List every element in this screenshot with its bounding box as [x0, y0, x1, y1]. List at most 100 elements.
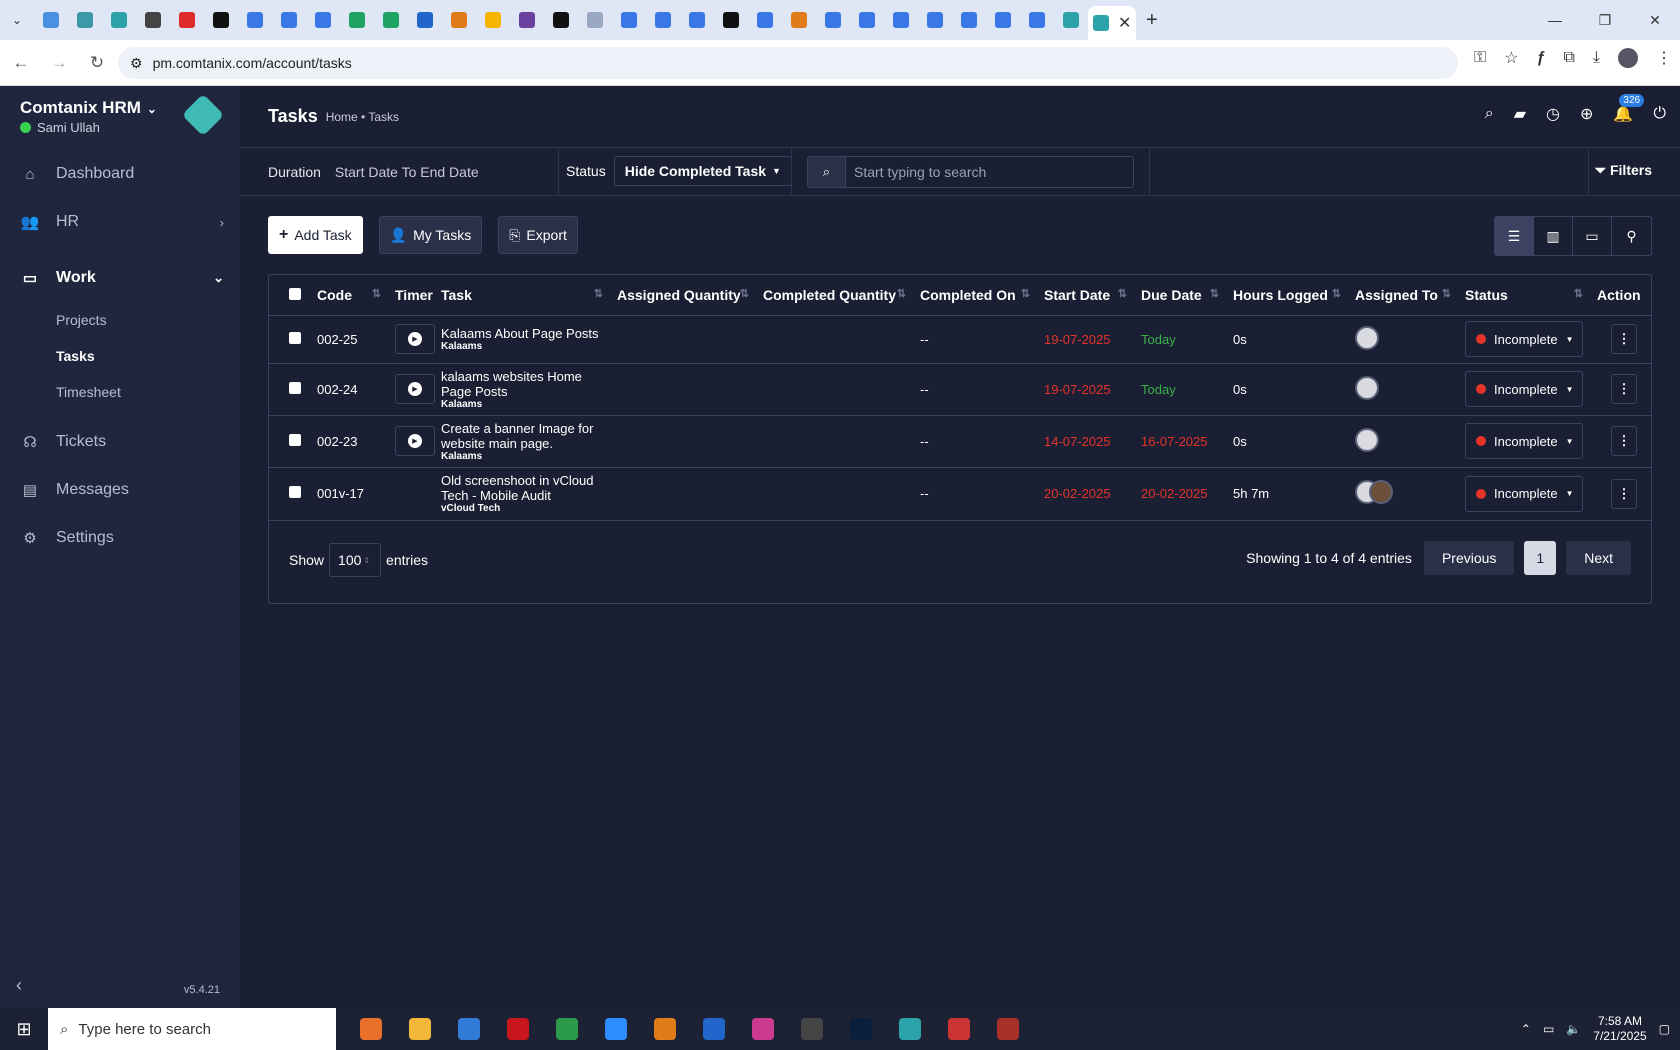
network-icon[interactable]: ▭ — [1543, 1022, 1554, 1036]
sidebar-item-work[interactable]: ▭ Work ⌄ — [0, 258, 240, 298]
task-status-select[interactable]: Incomplete ▼ — [1465, 423, 1583, 459]
sidebar-item-dashboard[interactable]: ⌂ Dashboard — [0, 154, 240, 194]
taskbar-app-icon[interactable] — [346, 1008, 395, 1050]
new-tab-button[interactable]: + — [1146, 9, 1158, 32]
browser-tab[interactable] — [377, 6, 405, 34]
filters-button[interactable]: ⏷ Filters — [1595, 162, 1652, 179]
url-field[interactable]: ⚙ pm.comtanix.com/account/tasks — [118, 47, 1458, 79]
browser-tab[interactable] — [479, 6, 507, 34]
calendar-view-icon[interactable]: ▭ — [1573, 217, 1612, 255]
browser-tab[interactable] — [921, 6, 949, 34]
password-key-icon[interactable]: ⚿ — [1474, 49, 1486, 67]
browser-tab[interactable] — [1023, 6, 1051, 34]
taskbar-app-icon[interactable] — [885, 1008, 934, 1050]
list-view-icon[interactable]: ☰ — [1495, 217, 1534, 255]
sidebar-subitem-projects[interactable]: Projects — [56, 312, 107, 328]
col-start-date[interactable]: Start Date ⇅ — [1038, 275, 1135, 316]
menu-kebab-icon[interactable]: ⋮ — [1656, 48, 1672, 68]
taskbar-search[interactable]: ⌕ Type here to search — [48, 1008, 336, 1050]
start-timer-button[interactable]: ▶ — [395, 374, 435, 404]
taskbar-app-icon[interactable] — [934, 1008, 983, 1050]
browser-tab[interactable] — [853, 6, 881, 34]
add-circle-icon[interactable]: ⊕ — [1580, 104, 1593, 124]
browser-tab[interactable] — [547, 6, 575, 34]
task-status-select[interactable]: Incomplete ▼ — [1465, 475, 1583, 512]
active-tab[interactable]: ✕ — [1088, 6, 1136, 40]
taskbar-clock[interactable]: 7:58 AM 7/21/2025 — [1593, 1014, 1646, 1044]
chevron-up-icon[interactable]: ⌃ — [1521, 1022, 1531, 1036]
minimize-icon[interactable]: — — [1530, 0, 1580, 40]
browser-tab[interactable] — [955, 6, 983, 34]
status-select[interactable]: Hide Completed Task ▼ — [613, 156, 792, 186]
taskbar-app-icon[interactable] — [787, 1008, 836, 1050]
start-timer-button[interactable]: ▶ — [395, 324, 435, 354]
avatar[interactable] — [1355, 427, 1379, 452]
sidebar-item-settings[interactable]: ⚙ Settings — [0, 518, 240, 558]
taskbar-app-icon[interactable] — [983, 1008, 1032, 1050]
taskbar-app-icon[interactable] — [836, 1008, 885, 1050]
col-status[interactable]: Status ⇅ — [1459, 275, 1591, 316]
task-name-link[interactable]: Kalaams About Page Posts — [441, 326, 611, 341]
browser-tab[interactable] — [105, 6, 133, 34]
task-name-link[interactable]: kalaams websites Home Page Posts — [441, 369, 611, 399]
notification-bell-icon[interactable]: 🔔 326 — [1613, 94, 1645, 124]
taskbar-app-icon[interactable] — [493, 1008, 542, 1050]
extension-f-icon[interactable]: ƒ — [1537, 49, 1546, 67]
back-icon[interactable]: ← — [4, 46, 38, 80]
col-due-date[interactable]: Due Date ⇅ — [1135, 275, 1227, 316]
site-info-icon[interactable]: ⚙ — [130, 55, 143, 72]
sidebar-item-tickets[interactable]: ☊ Tickets — [0, 422, 240, 462]
browser-tab[interactable] — [1057, 6, 1085, 34]
row-checkbox[interactable] — [289, 486, 301, 498]
task-name-link[interactable]: Old screenshoot in vCloud Tech - Mobile … — [441, 473, 611, 503]
browser-tab[interactable] — [241, 6, 269, 34]
taskbar-app-icon[interactable] — [591, 1008, 640, 1050]
avatar[interactable] — [1369, 480, 1393, 504]
bookmark-star-icon[interactable]: ☆ — [1504, 48, 1518, 68]
download-icon[interactable]: ⤓ — [1593, 49, 1600, 67]
row-actions-menu-icon[interactable]: ⋮ — [1611, 478, 1637, 509]
notification-center-icon[interactable]: ▢ — [1659, 1022, 1670, 1036]
search-icon[interactable]: ⌕ — [1485, 105, 1494, 123]
browser-tab[interactable] — [445, 6, 473, 34]
browser-tab[interactable] — [751, 6, 779, 34]
taskbar-app-icon[interactable] — [444, 1008, 493, 1050]
close-window-icon[interactable]: ✕ — [1630, 0, 1680, 40]
col-completed-on[interactable]: Completed On ⇅ — [914, 275, 1038, 316]
sticky-note-icon[interactable]: ▰ — [1514, 104, 1526, 124]
browser-tab[interactable] — [207, 6, 235, 34]
duration-filter[interactable]: Duration Start Date To End Date — [240, 164, 479, 180]
start-timer-button[interactable]: ▶ — [395, 426, 435, 456]
task-status-select[interactable]: Incomplete ▼ — [1465, 371, 1583, 407]
row-actions-menu-icon[interactable]: ⋮ — [1611, 324, 1637, 354]
browser-tab[interactable] — [887, 6, 915, 34]
pin-icon[interactable]: ⚲ — [1612, 217, 1651, 255]
browser-tab[interactable] — [615, 6, 643, 34]
browser-tab[interactable] — [275, 6, 303, 34]
col-task[interactable]: Task ⇅ — [435, 275, 611, 316]
taskbar-app-icon[interactable] — [395, 1008, 444, 1050]
row-actions-menu-icon[interactable]: ⋮ — [1611, 374, 1637, 404]
browser-tab[interactable] — [785, 6, 813, 34]
browser-tab[interactable] — [683, 6, 711, 34]
taskbar-app-icon[interactable] — [640, 1008, 689, 1050]
taskbar-app-icon[interactable] — [738, 1008, 787, 1050]
browser-tab[interactable] — [649, 6, 677, 34]
page-length-select[interactable]: 100 ⇕ — [329, 543, 382, 577]
col-assigned-to[interactable]: Assigned To ⇅ — [1349, 275, 1459, 316]
row-checkbox[interactable] — [289, 331, 301, 344]
forward-icon[interactable]: → — [42, 46, 76, 80]
export-button[interactable]: ⎘ Export — [498, 216, 578, 254]
browser-tab[interactable] — [411, 6, 439, 34]
add-task-button[interactable]: + Add Task — [268, 216, 363, 254]
extensions-icon[interactable]: ⧉ — [1563, 49, 1574, 67]
taskbar-app-icon[interactable] — [542, 1008, 591, 1050]
row-checkbox[interactable] — [289, 433, 301, 446]
sidebar-subitem-timesheet[interactable]: Timesheet — [56, 384, 121, 400]
windows-start-icon[interactable]: ⊞ — [0, 1019, 48, 1040]
browser-tab[interactable] — [343, 6, 371, 34]
avatar[interactable] — [1355, 325, 1379, 350]
next-page-button[interactable]: Next — [1566, 541, 1631, 575]
search-input[interactable] — [846, 164, 1126, 180]
select-all-checkbox[interactable] — [289, 287, 301, 300]
